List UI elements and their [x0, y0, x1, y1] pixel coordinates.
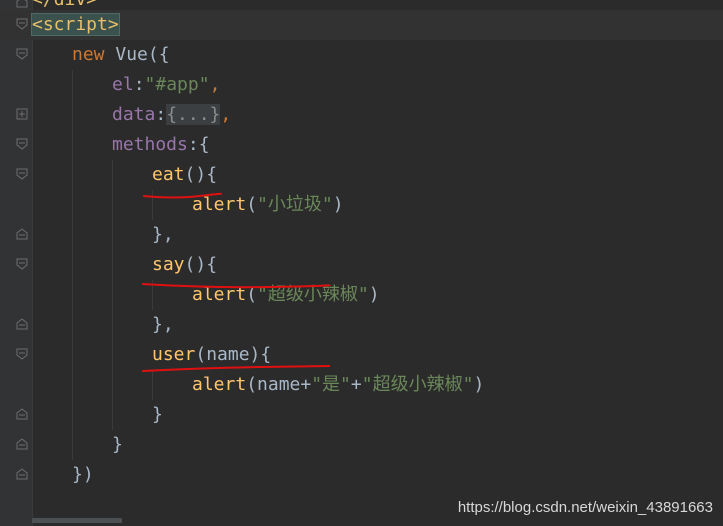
- code-text: alert("小垃圾"): [192, 190, 344, 220]
- fold-start-icon[interactable]: [16, 18, 28, 30]
- fold-end-icon[interactable]: [16, 0, 28, 9]
- code-token: new: [72, 44, 116, 65]
- fold-start-icon[interactable]: [16, 138, 28, 150]
- code-text: <script>: [31, 10, 120, 40]
- fold-end-icon[interactable]: [16, 468, 28, 480]
- fold-expand-icon[interactable]: [16, 108, 28, 120]
- code-token: (){: [184, 254, 218, 275]
- code-text: new Vue({: [72, 40, 170, 70]
- code-token: (){: [184, 164, 218, 185]
- fold-start-icon[interactable]: [16, 348, 28, 360]
- code-token: eat: [152, 164, 185, 185]
- code-token: "超级小辣椒": [361, 374, 474, 395]
- fold-start-icon[interactable]: [16, 168, 28, 180]
- code-text: }: [112, 430, 123, 460]
- code-token: "#app": [144, 74, 210, 95]
- code-line[interactable]: }): [0, 460, 723, 490]
- code-token: div: [54, 0, 87, 10]
- code-token: }: [152, 404, 163, 425]
- code-text: user(name){: [152, 340, 271, 370]
- fold-start-icon[interactable]: [16, 48, 28, 60]
- code-token: ({: [147, 44, 170, 65]
- code-token: (: [246, 284, 258, 305]
- code-line[interactable]: user(name){: [0, 340, 723, 370]
- code-editor[interactable]: </div><script>new Vue({el:"#app",data:{.…: [0, 0, 723, 526]
- code-token: (name){: [195, 344, 272, 365]
- code-text: }): [72, 460, 94, 490]
- code-token: }: [112, 434, 123, 455]
- code-line[interactable]: say(){: [0, 250, 723, 280]
- code-token: (: [246, 194, 258, 215]
- fold-end-icon[interactable]: [16, 408, 28, 420]
- code-text: }: [152, 400, 163, 430]
- code-text: eat(){: [152, 160, 217, 190]
- code-line[interactable]: <script>: [0, 10, 723, 40]
- code-line[interactable]: alert("小垃圾"): [0, 190, 723, 220]
- code-token: "超级小辣椒": [257, 284, 369, 305]
- code-line[interactable]: new Vue({: [0, 40, 723, 70]
- fold-start-icon[interactable]: [16, 258, 28, 270]
- code-token: say: [152, 254, 185, 275]
- code-token: },: [152, 224, 174, 245]
- fold-end-icon[interactable]: [16, 318, 28, 330]
- code-text: },: [152, 310, 174, 340]
- code-text: methods:{: [112, 130, 210, 160]
- code-line[interactable]: alert(name+"是"+"超级小辣椒"): [0, 370, 723, 400]
- code-token: ): [368, 284, 380, 305]
- code-token: alert: [192, 194, 247, 215]
- fold-end-icon[interactable]: [16, 438, 28, 450]
- code-token: },: [152, 314, 174, 335]
- code-token: "是": [311, 374, 351, 395]
- code-token: :: [133, 74, 145, 95]
- code-line[interactable]: data:{...},: [0, 100, 723, 130]
- code-line[interactable]: el:"#app",: [0, 70, 723, 100]
- code-token: >: [86, 0, 97, 10]
- code-line[interactable]: },: [0, 310, 723, 340]
- code-token: alert: [192, 284, 247, 305]
- code-token: }): [72, 464, 94, 485]
- code-line[interactable]: eat(){: [0, 160, 723, 190]
- code-text: data:{...},: [112, 100, 231, 130]
- code-token: +: [350, 374, 362, 395]
- code-token: data: [112, 104, 156, 125]
- code-line[interactable]: methods:{: [0, 130, 723, 160]
- code-text: el:"#app",: [112, 70, 220, 100]
- code-token: Vue: [115, 44, 148, 65]
- code-token: ,: [220, 104, 232, 125]
- code-token: user: [152, 344, 196, 365]
- code-token: ,: [209, 74, 221, 95]
- code-token: (name+: [246, 374, 312, 395]
- code-text: alert(name+"是"+"超级小辣椒"): [192, 370, 484, 400]
- code-line[interactable]: alert("超级小辣椒"): [0, 280, 723, 310]
- code-token: <script>: [31, 13, 120, 36]
- horizontal-scrollbar[interactable]: [32, 518, 122, 523]
- watermark: https://blog.csdn.net/weixin_43891663: [457, 499, 713, 516]
- code-token: :: [155, 104, 167, 125]
- code-text: say(){: [152, 250, 217, 280]
- code-token: {...}: [166, 104, 221, 125]
- code-token: ): [473, 374, 485, 395]
- code-token: el: [112, 74, 134, 95]
- code-line[interactable]: }: [0, 430, 723, 460]
- code-token: </: [32, 0, 54, 10]
- code-token: :{: [187, 134, 210, 155]
- fold-end-icon[interactable]: [16, 228, 28, 240]
- code-token: "小垃圾": [257, 194, 333, 215]
- code-token: ): [332, 194, 344, 215]
- code-line[interactable]: }: [0, 400, 723, 430]
- code-text: },: [152, 220, 174, 250]
- code-text: alert("超级小辣椒"): [192, 280, 380, 310]
- code-token: alert: [192, 374, 247, 395]
- code-token: methods: [112, 134, 188, 155]
- code-line[interactable]: },: [0, 220, 723, 250]
